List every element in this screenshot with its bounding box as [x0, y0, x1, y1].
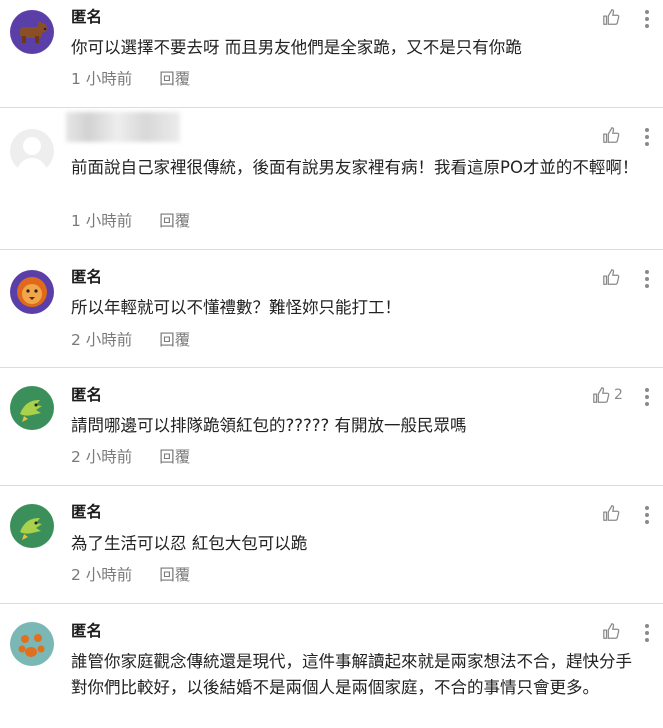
dragon-icon [20, 518, 42, 540]
blurred-author-name [66, 112, 180, 142]
comment-item: 匿名 你可以選擇不要去呀 而且男友他們是全家跪，又不是只有你跪 1 小時前 回覆 [0, 0, 663, 107]
comment-meta: 2 小時前 回覆 [71, 330, 190, 350]
comment-time: 1 小時前 [71, 212, 133, 230]
more-options-icon[interactable] [644, 9, 650, 29]
like-button[interactable] [602, 503, 620, 523]
bear-icon [20, 22, 47, 43]
thumbs-up-icon [603, 269, 620, 285]
like-button[interactable]: 2 [592, 385, 623, 405]
comment-meta: 1 小時前 回覆 [71, 211, 190, 231]
comment-text: 前面說自己家裡很傳統，後面有說男友家裡有病！我看這原PO才並的不輕啊！ [71, 158, 639, 177]
more-options-icon[interactable] [644, 623, 650, 643]
thumbs-up-icon [603, 9, 620, 25]
like-button[interactable] [602, 267, 620, 287]
like-button[interactable] [602, 621, 620, 641]
avatar[interactable] [10, 129, 54, 173]
thumbs-up-icon [603, 505, 620, 521]
comment-meta: 2 小時前 回覆 [71, 565, 190, 585]
comment-author: 匿名 [71, 8, 103, 26]
comment-time: 1 小時前 [71, 70, 133, 88]
thumbs-up-icon [593, 387, 610, 403]
comment-author: 匿名 [71, 622, 103, 640]
lion-icon [17, 277, 47, 307]
comment-text: 為了生活可以忍 紅包大包可以跪 [71, 534, 308, 553]
more-options-icon[interactable] [644, 269, 650, 289]
comment-author: 匿名 [71, 503, 103, 521]
comment-time: 2 小時前 [71, 566, 133, 584]
thumbs-up-icon [603, 623, 620, 639]
avatar[interactable] [10, 504, 54, 548]
comment-time: 2 小時前 [71, 448, 133, 466]
comment-meta: 2 小時前 回覆 [71, 447, 190, 467]
comment-item: 匿名 為了生活可以忍 紅包大包可以跪 2 小時前 回覆 [0, 486, 663, 603]
reply-button[interactable]: 回覆 [159, 448, 190, 466]
more-options-icon[interactable] [644, 387, 650, 407]
reply-button[interactable]: 回覆 [159, 70, 190, 88]
comment-item: 前面說自己家裡很傳統，後面有說男友家裡有病！我看這原PO才並的不輕啊！ 1 小時… [0, 108, 663, 249]
like-button[interactable] [602, 7, 620, 27]
thumbs-up-icon [603, 127, 620, 143]
more-options-icon[interactable] [644, 127, 650, 147]
comment-meta: 1 小時前 回覆 [71, 69, 190, 89]
comment-item: 匿名 誰管你家庭觀念傳統還是現代，這件事解讀起來就是兩家想法不合，趕快分手對你們… [0, 604, 663, 728]
comment-item: 匿名 所以年輕就可以不懂禮數？難怪妳只能打工！ 2 小時前 回覆 [0, 250, 663, 367]
comment-item: 匿名 請問哪邊可以排隊跪領紅包的????? 有開放一般民眾嗎 2 小時前 回覆 … [0, 368, 663, 485]
comment-text: 你可以選擇不要去呀 而且男友他們是全家跪，又不是只有你跪 [71, 38, 522, 57]
comment-text: 所以年輕就可以不懂禮數？難怪妳只能打工！ [71, 298, 401, 317]
avatar[interactable] [10, 10, 54, 54]
default-user-icon [16, 137, 48, 173]
avatar[interactable] [10, 622, 54, 666]
comment-author: 匿名 [71, 268, 103, 286]
avatar[interactable] [10, 270, 54, 314]
more-options-icon[interactable] [644, 505, 650, 525]
like-button[interactable] [602, 125, 620, 145]
reply-button[interactable]: 回覆 [159, 566, 190, 584]
comment-text: 誰管你家庭觀念傳統還是現代，這件事解讀起來就是兩家想法不合，趕快分手對你們比較好… [71, 652, 632, 697]
reply-button[interactable]: 回覆 [159, 212, 190, 230]
comment-author: 匿名 [71, 386, 103, 404]
avatar[interactable] [10, 386, 54, 430]
comment-text: 請問哪邊可以排隊跪領紅包的????? 有開放一般民眾嗎 [71, 416, 467, 435]
reply-button[interactable]: 回覆 [159, 331, 190, 349]
paw-icon [18, 634, 45, 657]
comment-time: 2 小時前 [71, 331, 133, 349]
dragon-icon [20, 400, 42, 422]
like-count: 2 [614, 387, 623, 403]
